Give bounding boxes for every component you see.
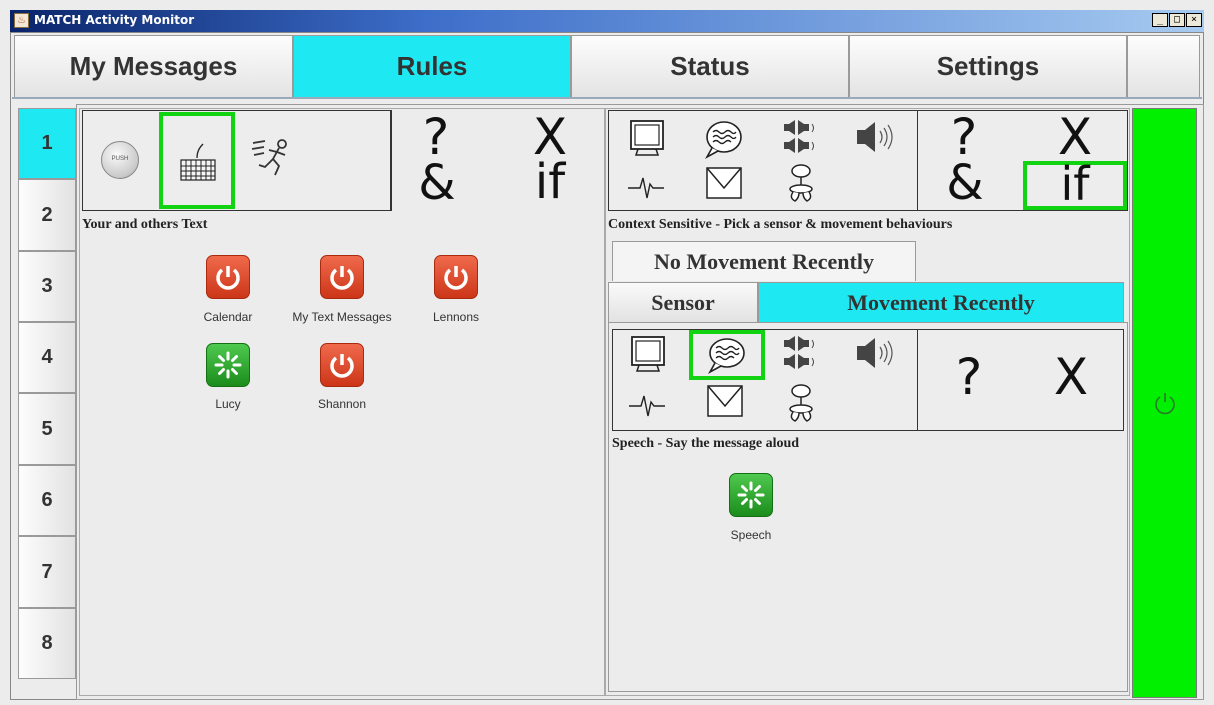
app-speech-icon[interactable] <box>729 473 773 517</box>
app-calendar-label: Calendar <box>203 310 253 324</box>
speaker-icon[interactable] <box>853 334 899 374</box>
rule-tab-2[interactable]: 2 <box>18 179 76 251</box>
left-caption: Your and others Text <box>82 217 208 232</box>
not-operator[interactable]: X <box>1050 112 1100 162</box>
speech-bubble-icon <box>707 338 745 375</box>
app-shannon-icon[interactable] <box>320 343 364 387</box>
app-lennons-icon[interactable] <box>434 255 478 299</box>
power-icon <box>330 266 354 290</box>
loading-icon <box>737 481 765 509</box>
rule-tab-8[interactable]: 8 <box>18 608 76 679</box>
monitor-icon[interactable] <box>629 334 669 376</box>
tab-rules[interactable]: Rules <box>293 35 571 97</box>
tab-sensor[interactable]: Sensor <box>608 282 758 322</box>
speech-caption: Speech - Say the message aloud <box>612 436 800 451</box>
keyboard-sensor-selected[interactable] <box>159 112 235 209</box>
speakers-icon[interactable] <box>778 334 824 374</box>
heartbeat-icon[interactable] <box>627 388 667 422</box>
app-lennons-label: Lennons <box>432 310 480 324</box>
app-lucy-label: Lucy <box>215 397 241 411</box>
if-operator: if <box>1060 157 1090 211</box>
right-caption: Context Sensitive - Pick a sensor & move… <box>608 217 953 232</box>
not-operator[interactable]: X <box>1046 352 1096 402</box>
tab-no-movement-recently[interactable]: No Movement Recently <box>612 241 916 281</box>
tab-movement-recently[interactable]: Movement Recently <box>758 282 1124 322</box>
keyboard-icon <box>180 143 216 181</box>
window-title: MATCH Activity Monitor <box>34 13 195 27</box>
speakers-icon[interactable] <box>778 118 824 158</box>
tab-status[interactable]: Status <box>571 35 849 97</box>
person-icon[interactable] <box>781 382 821 424</box>
if-operator[interactable]: if <box>520 156 580 208</box>
rule-tab-3[interactable]: 3 <box>18 251 76 322</box>
app-my-text-messages-label: My Text Messages <box>292 310 392 324</box>
loading-icon <box>214 351 242 379</box>
if-operator-selected[interactable]: if <box>1023 161 1127 210</box>
speech-action-selected[interactable] <box>689 330 765 380</box>
speaker-icon[interactable] <box>853 118 899 158</box>
envelope-icon[interactable] <box>704 164 744 202</box>
push-button-icon[interactable]: PUSH <box>101 141 139 179</box>
app-calendar-icon[interactable] <box>206 255 250 299</box>
power-icon <box>1154 393 1175 415</box>
app-shannon-label: Shannon <box>317 397 367 411</box>
tab-my-messages[interactable]: My Messages <box>14 35 293 97</box>
power-icon <box>330 354 354 378</box>
app-my-text-messages-icon[interactable] <box>320 255 364 299</box>
minimize-button[interactable]: _ <box>1152 13 1168 27</box>
app-lucy-icon[interactable] <box>206 343 250 387</box>
power-toggle-bar[interactable] <box>1132 108 1197 698</box>
rule-tab-1[interactable]: 1 <box>18 108 76 179</box>
action-divider <box>917 329 918 431</box>
monitor-icon[interactable] <box>628 118 668 160</box>
rule-tab-6[interactable]: 6 <box>18 465 76 536</box>
app-icon: ♨ <box>14 13 29 28</box>
rule-tab-5[interactable]: 5 <box>18 393 76 465</box>
question-operator[interactable]: ? <box>946 352 992 402</box>
power-icon <box>216 266 240 290</box>
app-speech-label: Speech <box>730 528 772 542</box>
envelope-icon[interactable] <box>705 382 745 420</box>
power-icon <box>444 266 468 290</box>
rule-tab-7[interactable]: 7 <box>18 536 76 608</box>
title-bar: ♨ MATCH Activity Monitor _ □ × <box>10 10 1204 32</box>
heartbeat-icon[interactable] <box>626 170 666 204</box>
and-operator[interactable]: & <box>412 158 462 208</box>
speech-bubble-icon[interactable] <box>702 117 746 161</box>
tab-settings[interactable]: Settings <box>849 35 1127 97</box>
person-icon[interactable] <box>781 162 821 204</box>
maximize-button[interactable]: □ <box>1169 13 1185 27</box>
trigger-divider <box>390 110 391 211</box>
rule-tab-4[interactable]: 4 <box>18 322 76 393</box>
tab-empty <box>1127 35 1200 97</box>
context-divider <box>917 110 918 211</box>
close-button[interactable]: × <box>1186 13 1202 27</box>
and-operator[interactable]: & <box>940 158 990 208</box>
running-person-icon[interactable] <box>249 135 295 181</box>
